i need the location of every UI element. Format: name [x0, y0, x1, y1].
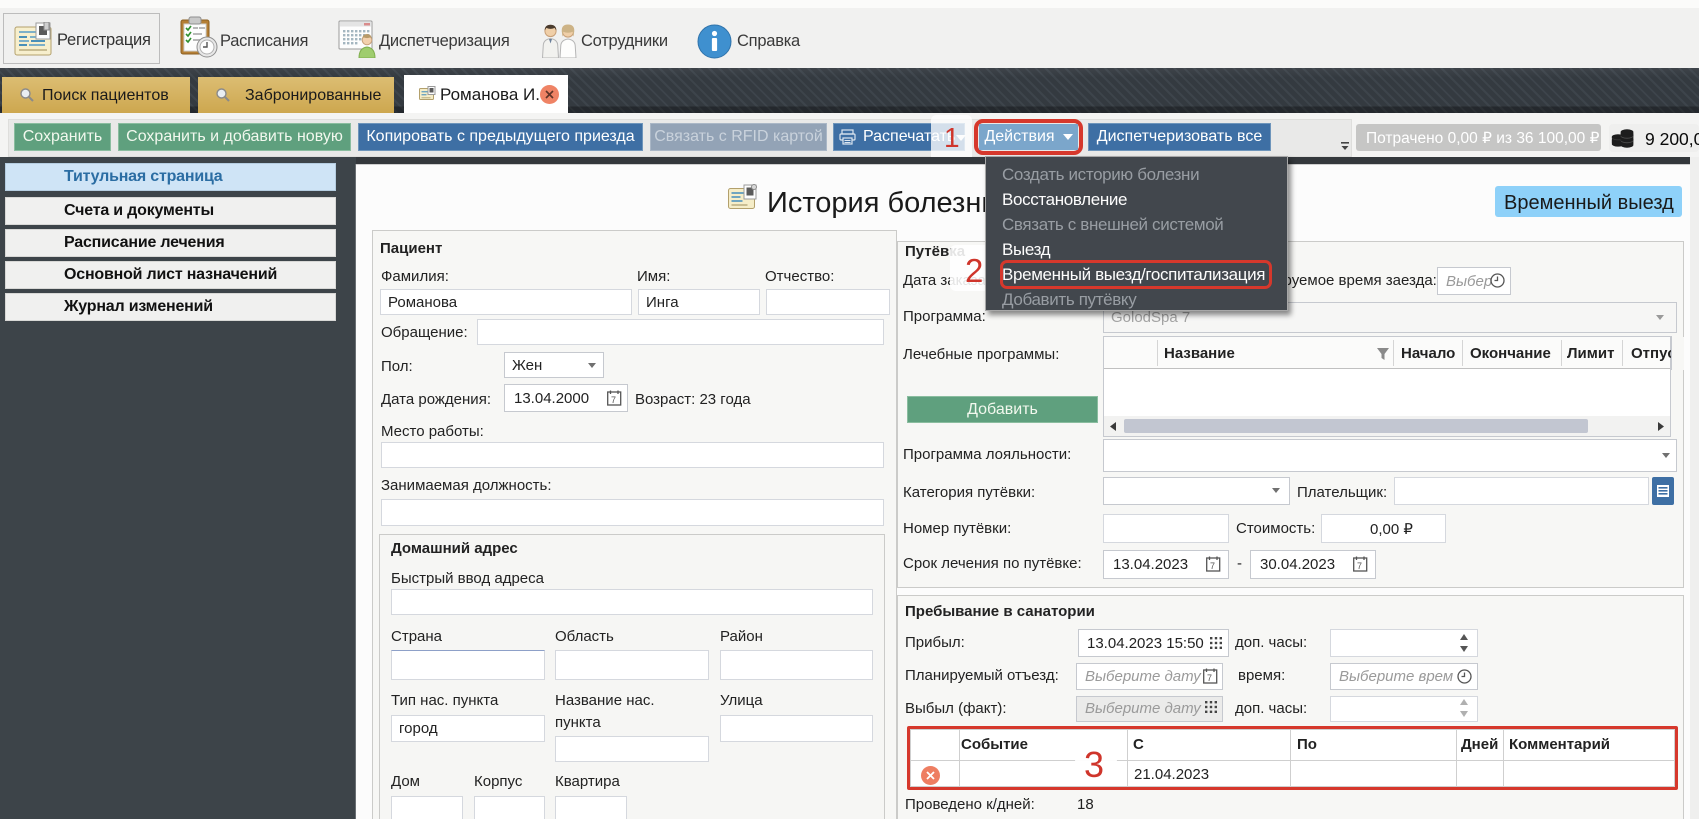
svg-text:7: 7 [1210, 561, 1215, 571]
svg-text:7: 7 [611, 395, 616, 405]
svg-text:7: 7 [1207, 673, 1212, 683]
svg-text:7: 7 [1357, 561, 1362, 571]
